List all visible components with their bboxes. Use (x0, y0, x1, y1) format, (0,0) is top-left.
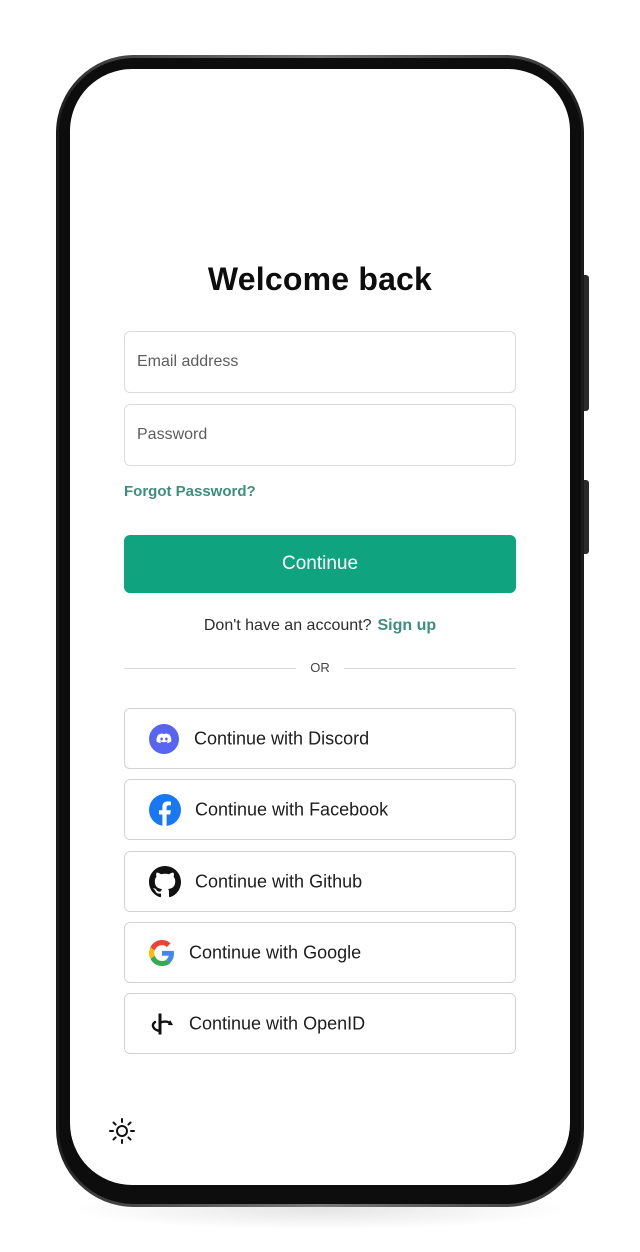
divider-line-right (344, 668, 516, 669)
openid-icon (149, 1011, 175, 1037)
signup-prompt: Don't have an account? Sign up (124, 617, 516, 635)
or-divider: OR (124, 659, 516, 679)
password-field[interactable] (124, 404, 516, 466)
github-label: Continue with Github (195, 871, 363, 891)
continue-with-openid-button[interactable]: Continue with OpenID (124, 993, 516, 1054)
continue-with-github-button[interactable]: Continue with Github (124, 851, 516, 912)
forgot-password-link[interactable]: Forgot Password? (124, 483, 256, 500)
page-title: Welcome back (207, 261, 433, 297)
continue-with-facebook-button[interactable]: Continue with Facebook (124, 779, 516, 840)
phone-frame: Welcome back Forgot Password? Continue D… (56, 55, 589, 1207)
openid-label: Continue with OpenID (189, 1013, 366, 1033)
facebook-label: Continue with Facebook (195, 799, 389, 819)
email-field[interactable] (124, 331, 516, 393)
phone-screen: Welcome back Forgot Password? Continue D… (70, 69, 570, 1185)
discord-icon (149, 723, 179, 754)
discord-label: Continue with Discord (194, 728, 370, 748)
email-input[interactable] (125, 332, 515, 392)
signup-link[interactable]: Sign up (377, 617, 436, 634)
theme-toggle-button[interactable] (108, 1117, 136, 1145)
continue-with-google-button[interactable]: Continue with Google (124, 922, 516, 983)
github-icon (149, 865, 181, 898)
google-icon (149, 939, 175, 966)
google-label: Continue with Google (189, 942, 362, 962)
continue-with-discord-button[interactable]: Continue with Discord (124, 708, 516, 769)
continue-button[interactable]: Continue (124, 535, 516, 593)
no-account-text: Don't have an account? (203, 617, 372, 634)
password-input[interactable] (125, 405, 515, 465)
facebook-icon (149, 793, 181, 826)
volume-button (584, 275, 589, 411)
power-button (584, 480, 589, 554)
sun-icon (108, 1118, 136, 1149)
